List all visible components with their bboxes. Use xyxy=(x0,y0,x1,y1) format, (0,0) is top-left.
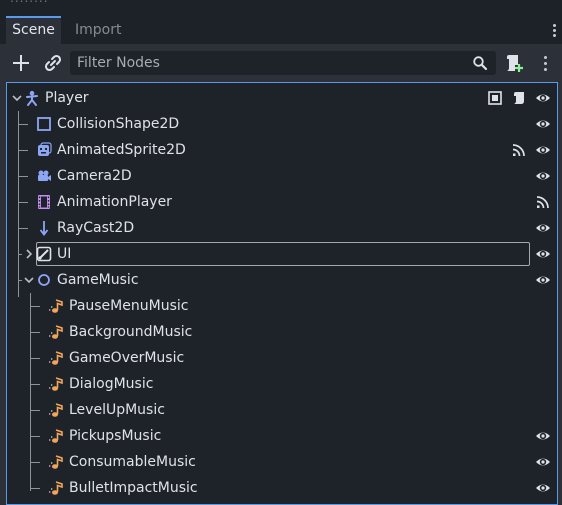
node-label: PauseMenuMusic xyxy=(69,298,189,314)
audio-stream-player-icon xyxy=(48,402,64,418)
visibility-icon[interactable] xyxy=(535,272,551,288)
tab-scene[interactable]: Scene xyxy=(6,16,61,44)
collision-shape-2d-icon xyxy=(37,117,51,131)
chevron-down-icon[interactable] xyxy=(9,90,25,106)
node-label: LevelUpMusic xyxy=(69,402,165,418)
node-label: DialogMusic xyxy=(69,376,154,392)
node-label: RayCast2D xyxy=(57,220,135,236)
tree-row-raycast2d[interactable]: RayCast2D xyxy=(7,215,558,241)
node-label: GameOverMusic xyxy=(69,350,185,366)
selection-outline xyxy=(36,242,530,266)
animation-player-icon xyxy=(38,195,50,209)
scene-toolbar xyxy=(0,44,562,82)
tree-row-animatedsprite2d[interactable]: AnimatedSprite2D xyxy=(7,137,558,163)
link-icon xyxy=(44,54,62,72)
node-label: Player xyxy=(45,90,89,106)
script-icon[interactable] xyxy=(487,90,503,106)
node-label: UI xyxy=(57,246,72,262)
ui-control-icon xyxy=(36,246,52,262)
dock-tab-bar: Scene Import xyxy=(0,16,562,44)
tree-row-pickupsmusic[interactable]: PickupsMusic xyxy=(7,423,558,449)
tree-row-backgroundmusic[interactable]: BackgroundMusic xyxy=(7,319,557,345)
filter-nodes-input-box xyxy=(70,51,496,75)
character-body-2d-icon xyxy=(26,90,38,106)
animated-sprite-2d-icon xyxy=(38,142,52,156)
node-label: BackgroundMusic xyxy=(69,324,193,340)
tree-row-dialogmusic[interactable]: DialogMusic xyxy=(7,371,557,397)
add-node-button[interactable] xyxy=(10,52,32,74)
tree-row-pausemenumusic[interactable]: PauseMenuMusic xyxy=(7,293,557,319)
audio-stream-player-icon xyxy=(48,480,64,496)
node-2d-icon xyxy=(38,274,50,286)
dock-menu-icon[interactable] xyxy=(550,16,560,44)
tree-row-ui[interactable]: UI xyxy=(7,241,558,267)
tree-row-player[interactable]: Player xyxy=(7,85,558,111)
camera-2d-icon xyxy=(38,170,51,181)
node-label: GameMusic xyxy=(57,272,139,288)
audio-stream-player-icon xyxy=(48,350,64,366)
visibility-icon[interactable] xyxy=(535,428,551,444)
visibility-icon[interactable] xyxy=(535,168,551,184)
tree-row-camera2d[interactable]: Camera2D xyxy=(7,163,558,189)
plus-icon xyxy=(13,55,29,71)
node-label: BulletImpactMusic xyxy=(69,480,198,496)
instance-scene-button[interactable] xyxy=(42,52,64,74)
node-label: AnimatedSprite2D xyxy=(57,142,186,158)
audio-stream-player-icon xyxy=(48,324,64,340)
attach-script-button[interactable] xyxy=(503,52,525,74)
audio-stream-player-icon xyxy=(48,298,64,314)
node-label: Camera2D xyxy=(57,168,132,184)
filter-nodes-input[interactable] xyxy=(77,52,457,74)
audio-stream-player-icon xyxy=(48,454,64,470)
visibility-icon[interactable] xyxy=(535,90,551,106)
top-strip: ........ xyxy=(0,0,562,16)
visibility-icon[interactable] xyxy=(535,246,551,262)
script-attach-icon[interactable] xyxy=(511,90,527,106)
scene-dock: Player CollisionShape2D AnimatedSprite2D… xyxy=(0,44,562,505)
tree-row-levelupmusic[interactable]: LevelUpMusic xyxy=(7,397,557,423)
node-label: AnimationPlayer xyxy=(57,194,172,210)
tree-row-consumablemusic[interactable]: ConsumableMusic xyxy=(7,449,558,475)
visibility-icon[interactable] xyxy=(535,220,551,236)
script-add-icon xyxy=(507,55,523,72)
search-icon xyxy=(473,56,488,71)
audio-stream-player-icon xyxy=(48,428,64,444)
clipped-text-fragment: ........ xyxy=(10,0,49,5)
visibility-icon[interactable] xyxy=(535,454,551,470)
visibility-icon[interactable] xyxy=(535,480,551,496)
raycast-2d-icon xyxy=(39,221,49,236)
tree-row-animationplayer[interactable]: AnimationPlayer xyxy=(7,189,558,215)
more-options-icon[interactable] xyxy=(541,53,551,73)
signal-icon[interactable] xyxy=(535,194,551,210)
tree-row-gameovermusic[interactable]: GameOverMusic xyxy=(7,345,557,371)
node-label: CollisionShape2D xyxy=(57,116,180,132)
tab-import[interactable]: Import xyxy=(75,16,121,44)
scene-tree[interactable]: Player CollisionShape2D AnimatedSprite2D… xyxy=(6,82,558,505)
visibility-icon[interactable] xyxy=(535,116,551,132)
visibility-icon[interactable] xyxy=(535,142,551,158)
signal-icon[interactable] xyxy=(511,142,527,158)
tree-row-gamemusic[interactable]: GameMusic xyxy=(7,267,558,293)
chevron-down-icon[interactable] xyxy=(21,272,37,288)
tree-row-bulletimpactmusic[interactable]: BulletImpactMusic xyxy=(7,475,558,501)
chevron-right-icon[interactable] xyxy=(21,246,37,262)
audio-stream-player-icon xyxy=(48,376,64,392)
node-label: ConsumableMusic xyxy=(69,454,196,470)
node-label: PickupsMusic xyxy=(69,428,162,444)
tree-row-collisionshape2d[interactable]: CollisionShape2D xyxy=(7,111,558,137)
